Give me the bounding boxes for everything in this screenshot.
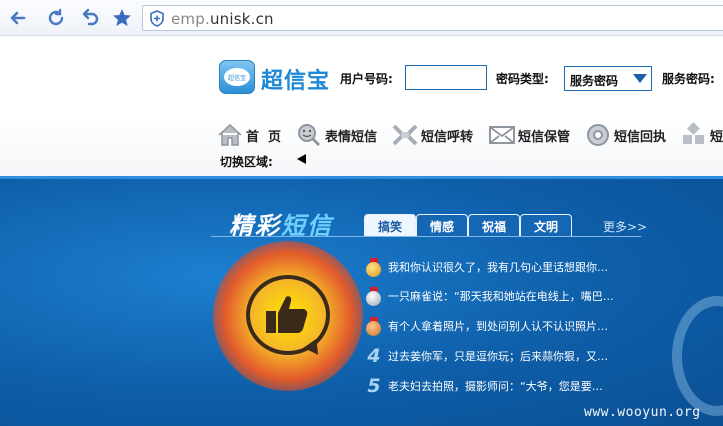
forward-icon: [391, 121, 419, 149]
more-link[interactable]: 更多>>: [603, 218, 647, 235]
nav-item-sms-keep[interactable]: 短信保管: [488, 121, 570, 149]
nav-item-emoji-sms[interactable]: 表情短信: [295, 121, 377, 149]
watermark: www.wooyun.org: [584, 405, 701, 420]
undo-icon[interactable]: [78, 6, 102, 30]
shield-icon: [149, 10, 165, 31]
rank-number: 5: [367, 375, 381, 397]
nav-label: 短信回执: [614, 129, 667, 145]
list-item-text: 有个人拿着照片，到处问别人认不认识照片…: [388, 320, 608, 333]
featured-sms-section: 精彩短信 搞笑 情感 祝福 文明 更多>> 我和你认识很久了，我有几句心里话想跟…: [0, 176, 723, 426]
logo-title: 超信宝: [261, 69, 331, 94]
nav-item-more[interactable]: 短: [680, 121, 723, 149]
gold-medal-icon: [366, 258, 382, 277]
bronze-medal-icon: [366, 317, 382, 336]
nav-label: 短: [710, 129, 723, 145]
envelope-icon: [488, 121, 516, 149]
browser-toolbar: emp.unisk.cn: [0, 0, 723, 36]
logo-icon: 超信宝: [219, 60, 255, 94]
thumbs-up-icon: [264, 293, 312, 347]
list-item[interactable]: 有个人拿着照片，到处问别人认不认识照片…: [366, 315, 608, 337]
rank-number: 4: [367, 345, 381, 367]
address-bar[interactable]: emp.unisk.cn: [142, 5, 723, 31]
list-item[interactable]: 5 老夫妇去拍照，摄影师问：“大爷，您是要…: [366, 375, 603, 397]
user-number-input[interactable]: [405, 65, 487, 90]
login-header: 超信宝 超信宝 用户号码: 密码类型: 服务密码 服务密码:: [0, 37, 723, 117]
tab-emotion[interactable]: 情感: [416, 214, 468, 236]
main-nav: 首 页 表情短信 短信呼转 短信保管 短信回执 短 切换区域:: [0, 117, 723, 177]
refresh-icon[interactable]: [44, 6, 68, 30]
tab-civilized[interactable]: 文明: [520, 214, 572, 236]
logo-icon-text: 超信宝: [224, 68, 250, 86]
password-type-label: 密码类型:: [496, 72, 549, 86]
password-type-value: 服务密码: [570, 74, 619, 88]
list-item-text: 我和你认识很久了，我有几句心里话想跟你…: [388, 261, 608, 274]
nav-label: 表情短信: [325, 129, 378, 145]
star-icon[interactable]: [110, 6, 134, 30]
nav-label: 短信保管: [518, 129, 571, 145]
region-switch-label: 切换区域:: [220, 155, 273, 169]
region-left-arrow-icon[interactable]: [297, 154, 306, 164]
back-arrow-icon[interactable]: [6, 6, 30, 30]
password-type-select[interactable]: 服务密码: [564, 66, 652, 91]
list-item[interactable]: 4 过去姜你军，只是逗你玩；后来蒜你狠，又…: [366, 345, 608, 367]
nav-label: 短信呼转: [421, 129, 474, 145]
tab-funny[interactable]: 搞笑: [364, 214, 416, 236]
list-item-text: 过去姜你军，只是逗你玩；后来蒜你狠，又…: [388, 350, 608, 363]
receipt-icon: [584, 121, 612, 149]
section-divider: [211, 236, 641, 237]
home-icon: [216, 121, 244, 149]
nav-label: 首 页: [246, 129, 282, 145]
list-item-text: 老夫妇去拍照，摄影师问：“大爷，您是要…: [388, 380, 603, 393]
more-icon: [680, 121, 708, 149]
silver-medal-icon: [366, 287, 382, 306]
nav-item-sms-forward[interactable]: 短信呼转: [391, 121, 473, 149]
dropdown-arrow-icon: [633, 74, 647, 83]
nav-item-sms-receipt[interactable]: 短信回执: [584, 121, 666, 149]
url-text: emp.unisk.cn: [171, 10, 274, 28]
section-top-stripe: [0, 176, 723, 179]
list-item[interactable]: 一只麻雀说：“那天我和她站在电线上，嘴巴…: [366, 285, 614, 307]
service-password-label: 服务密码:: [662, 72, 715, 86]
list-item-text: 一只麻雀说：“那天我和她站在电线上，嘴巴…: [388, 290, 614, 303]
nav-item-home[interactable]: 首 页: [216, 121, 281, 149]
list-item[interactable]: 我和你认识很久了，我有几句心里话想跟你…: [366, 256, 608, 278]
smiley-search-icon: [295, 121, 323, 149]
decorative-swirl: [672, 296, 723, 416]
user-number-label: 用户号码:: [340, 72, 393, 86]
tab-blessing[interactable]: 祝福: [468, 214, 520, 236]
